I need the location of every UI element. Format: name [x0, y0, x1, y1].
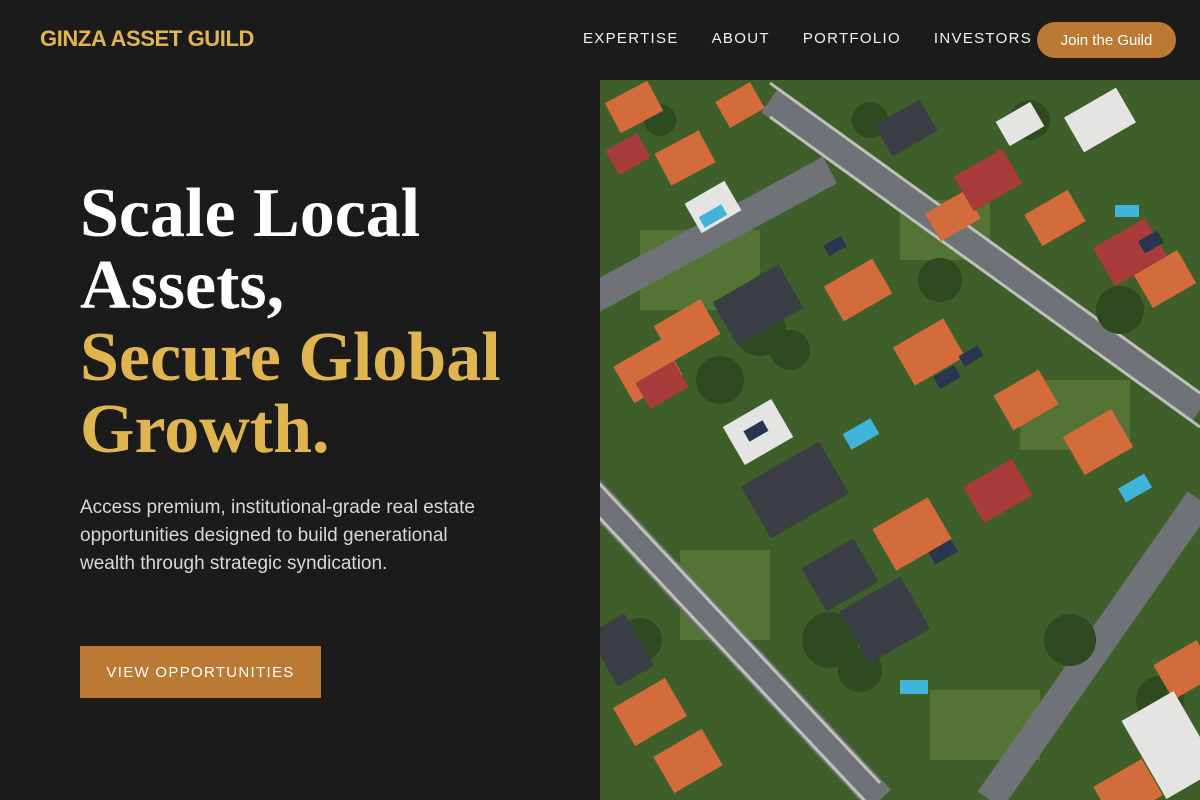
hero-title-line-4: Growth.: [80, 391, 330, 468]
hero-title: Scale Local Assets, Secure Global Growth…: [80, 178, 580, 466]
nav-link-about[interactable]: ABOUT: [712, 30, 770, 47]
hero-title-line-2: Assets,: [80, 247, 285, 324]
view-opportunities-button[interactable]: VIEW OPPORTUNITIES: [80, 646, 321, 698]
join-guild-button[interactable]: Join the Guild: [1037, 22, 1176, 58]
aerial-neighborhood-illustration: [600, 80, 1200, 800]
hero-title-line-3: Secure Global: [80, 319, 501, 396]
hero-aerial-image: [600, 80, 1200, 800]
site-header: GINZA ASSET GUILD EXPERTISE ABOUT PORTFO…: [0, 0, 1200, 80]
nav-link-portfolio[interactable]: PORTFOLIO: [803, 30, 901, 47]
nav-link-investors[interactable]: INVESTORS: [934, 30, 1032, 47]
hero-title-line-1: Scale Local: [80, 175, 421, 252]
logo[interactable]: GINZA ASSET GUILD: [40, 26, 254, 52]
hero-description: Access premium, institutional-grade real…: [80, 497, 475, 574]
main-nav: EXPERTISE ABOUT PORTFOLIO INVESTORS: [583, 30, 1032, 47]
nav-link-expertise[interactable]: EXPERTISE: [583, 30, 679, 47]
